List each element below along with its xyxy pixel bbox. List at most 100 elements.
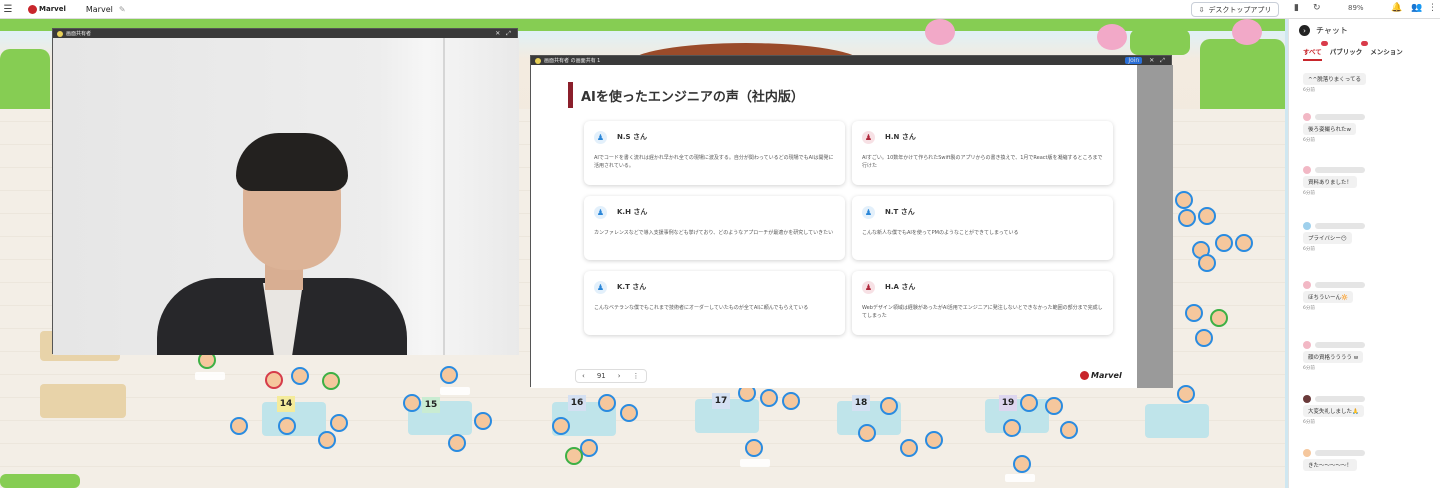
- next-page-button[interactable]: ›: [618, 372, 621, 380]
- user-avatar[interactable]: [1045, 397, 1063, 415]
- download-icon: ⇩: [1198, 5, 1205, 14]
- meeting-table[interactable]: [1145, 404, 1209, 438]
- user-avatar[interactable]: [620, 404, 638, 422]
- user-avatar[interactable]: [474, 412, 492, 430]
- user-avatar[interactable]: [322, 372, 340, 390]
- user-avatar[interactable]: [1178, 209, 1196, 227]
- tab-all[interactable]: すべて: [1303, 41, 1328, 61]
- top-bar: ☰ Marvel Marvel ✎ ⇩ デスクトップアプリ ▮ ↻ 89% 🔔 👥…: [0, 0, 1440, 19]
- user-name-tag: [1005, 474, 1035, 482]
- signal-icon: ▮: [1294, 3, 1299, 13]
- tab-public[interactable]: パブリック: [1330, 41, 1369, 61]
- person-icon: ♟: [594, 205, 607, 219]
- user-avatar[interactable]: [1195, 329, 1213, 347]
- window-controls[interactable]: ✕ ⤢: [495, 30, 513, 38]
- sender-name: [1315, 282, 1365, 288]
- slide-window-titlebar[interactable]: 画面共有者 の画面共有 1 Join ✕ ⤢: [531, 56, 1171, 65]
- message-text: きた〜〜〜〜〜！: [1303, 459, 1358, 471]
- brand-logo: Marvel: [28, 4, 66, 14]
- window-controls[interactable]: ✕ ⤢: [1149, 57, 1167, 65]
- person-icon: ♟: [862, 130, 875, 144]
- chat-message: 資料ありました！ 6分前: [1303, 166, 1365, 196]
- card-text: カンファレンスなどで導入支援事例なども挙げており、どのようなアプローチが最適かを…: [594, 230, 834, 236]
- slide-share-window[interactable]: 画面共有者 の画面共有 1 Join ✕ ⤢ AIを使ったエンジニアの声（社内版…: [530, 55, 1173, 388]
- edit-icon[interactable]: ✎: [119, 5, 126, 14]
- table-number: 19: [999, 395, 1017, 411]
- user-avatar[interactable]: [330, 414, 348, 432]
- avatar: [1303, 341, 1311, 349]
- user-avatar[interactable]: [1020, 394, 1038, 412]
- table-number: 16: [568, 395, 586, 411]
- testimonial-card: ♟ H.N さん AIすごい。10数年かけて作られたSwift製のアプリからの書き…: [852, 121, 1113, 185]
- user-avatar[interactable]: [1185, 304, 1203, 322]
- join-badge[interactable]: Join: [1125, 57, 1143, 64]
- avatar: [1303, 113, 1311, 121]
- chat-message: 顔の資格うううう w 6分前: [1303, 341, 1365, 371]
- more-icon[interactable]: ⋮: [1428, 3, 1437, 13]
- slide: AIを使ったエンジニアの声（社内版） ♟ N.S さん AIでコードを書く流れは遅…: [531, 65, 1173, 388]
- user-avatar[interactable]: [760, 389, 778, 407]
- user-avatar[interactable]: [1198, 207, 1216, 225]
- card-text: こんなベテランな僕でもこれまで技術者にオーダーしていたものが全てAIに頼んでもら…: [594, 305, 809, 311]
- user-avatar[interactable]: [448, 434, 466, 452]
- pager-more-icon[interactable]: ⋮: [633, 372, 640, 380]
- user-avatar[interactable]: [900, 439, 918, 457]
- user-avatar[interactable]: [1198, 254, 1216, 272]
- user-avatar[interactable]: [745, 439, 763, 457]
- video-share-window[interactable]: 画面共有者 ✕ ⤢: [52, 28, 519, 355]
- table-number: 14: [277, 396, 295, 412]
- user-avatar[interactable]: [925, 431, 943, 449]
- user-avatar[interactable]: [1175, 191, 1193, 209]
- tree: [925, 19, 955, 45]
- user-avatar[interactable]: [1235, 234, 1253, 252]
- user-avatar[interactable]: [1060, 421, 1078, 439]
- user-avatar[interactable]: [1215, 234, 1233, 252]
- camera-feed: [53, 38, 519, 355]
- bell-icon[interactable]: 🔔: [1391, 3, 1402, 13]
- message-text: 顔の資格うううう w: [1303, 351, 1364, 363]
- user-avatar[interactable]: [1177, 385, 1195, 403]
- download-desktop-app-button[interactable]: ⇩ デスクトップアプリ: [1191, 2, 1279, 17]
- user-avatar[interactable]: [1210, 309, 1228, 327]
- refresh-icon[interactable]: ↻: [1313, 3, 1321, 13]
- prev-page-button[interactable]: ‹: [582, 372, 585, 380]
- brand-name: Marvel: [39, 5, 66, 13]
- user-avatar[interactable]: [552, 417, 570, 435]
- chat-message: 大変失礼しました🙏 6分前: [1303, 395, 1365, 425]
- zoom-level[interactable]: 89%: [1348, 4, 1364, 12]
- card-name: N.T さん: [885, 208, 915, 216]
- sender-name: [1315, 450, 1365, 456]
- message-time: 6分前: [1303, 191, 1315, 196]
- slide-edge: [1137, 65, 1173, 388]
- tab-label: すべて: [1303, 48, 1322, 56]
- page-number: 91: [596, 372, 606, 380]
- avatar: [1303, 222, 1311, 230]
- testimonial-card: ♟ K.T さん こんなベテランな僕でもこれまで技術者にオーダーしていたものが全て…: [584, 271, 845, 335]
- user-avatar[interactable]: [858, 424, 876, 442]
- user-avatar[interactable]: [440, 366, 458, 384]
- user-avatar[interactable]: [291, 367, 309, 385]
- person-hair: [236, 133, 348, 191]
- user-avatar[interactable]: [230, 417, 248, 435]
- user-avatar[interactable]: [565, 447, 583, 465]
- user-avatar[interactable]: [318, 431, 336, 449]
- message-text: プライバシー😶: [1303, 232, 1352, 244]
- user-name-tag: [195, 372, 225, 380]
- user-avatar[interactable]: [598, 394, 616, 412]
- user-avatar[interactable]: [880, 397, 898, 415]
- card-text: こんな新人な僕でもAIを使ってPMのようなことができてしまっている: [862, 230, 1019, 236]
- title-accent: [568, 82, 573, 108]
- collapse-icon[interactable]: ›: [1299, 25, 1310, 36]
- user-avatar[interactable]: [1013, 455, 1031, 473]
- message-text: 大変失礼しました🙏: [1303, 405, 1364, 417]
- user-avatar[interactable]: [265, 371, 283, 389]
- user-avatar[interactable]: [1003, 419, 1021, 437]
- video-window-titlebar[interactable]: 画面共有者 ✕ ⤢: [53, 29, 517, 38]
- user-avatar[interactable]: [782, 392, 800, 410]
- user-avatar[interactable]: [278, 417, 296, 435]
- user-avatar[interactable]: [403, 394, 421, 412]
- menu-icon[interactable]: ☰: [0, 4, 16, 15]
- users-icon[interactable]: 👥: [1411, 3, 1422, 13]
- tab-mention[interactable]: メンション: [1370, 46, 1403, 61]
- message-text: 資料ありました！: [1303, 176, 1358, 188]
